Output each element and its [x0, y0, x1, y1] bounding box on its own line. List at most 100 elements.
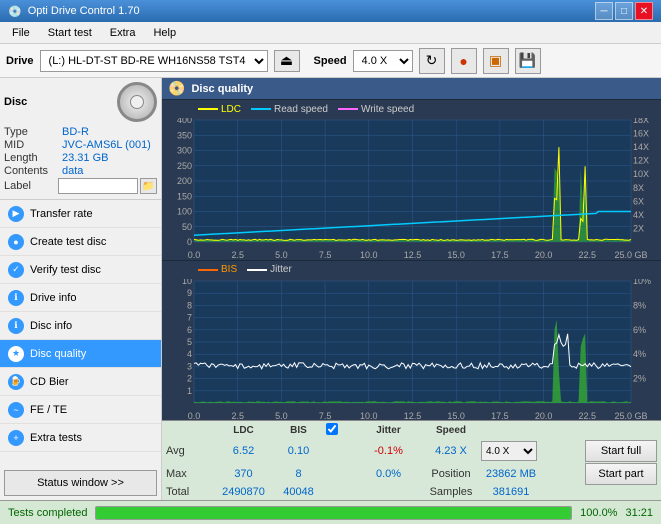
fe-te-icon: ~ — [8, 402, 24, 418]
speed-col-header: Speed — [421, 425, 481, 436]
disc-quality-icon: ★ — [8, 346, 24, 362]
eject-button[interactable]: ⏏ — [274, 50, 300, 72]
svg-text:6X: 6X — [633, 196, 644, 206]
svg-text:20.0: 20.0 — [535, 250, 553, 260]
contents-label: Contents — [4, 165, 62, 177]
svg-text:2%: 2% — [633, 373, 646, 383]
bis-legend-label: BIS — [221, 264, 237, 275]
type-label: Type — [4, 126, 62, 138]
ldc-legend-color — [198, 108, 218, 110]
nav-items: ▶ Transfer rate ● Create test disc ✓ Ver… — [0, 200, 161, 466]
menu-file[interactable]: File — [4, 25, 38, 41]
length-value: 23.31 GB — [62, 152, 157, 164]
disc-length-row: Length 23.31 GB — [4, 152, 157, 164]
status-window-label: Status window >> — [37, 477, 124, 489]
transfer-rate-icon: ▶ — [8, 206, 24, 222]
svg-text:5: 5 — [187, 337, 192, 347]
svg-text:16X: 16X — [633, 129, 649, 139]
svg-text:12X: 12X — [633, 156, 649, 166]
stats-max-row: Max 370 8 0.0% Position 23862 MB Start p… — [166, 463, 657, 485]
nav-create-test-disc[interactable]: ● Create test disc — [0, 228, 161, 256]
svg-text:4: 4 — [187, 349, 192, 359]
minimize-button[interactable]: ─ — [595, 2, 613, 20]
ldc-legend-label: LDC — [221, 104, 241, 115]
svg-text:300: 300 — [177, 146, 192, 156]
svg-text:4X: 4X — [633, 210, 644, 220]
action-buttons: Start full — [541, 440, 657, 462]
stats-header-row: LDC BIS Jitter Speed — [166, 423, 657, 438]
jitter-col-header: Jitter — [356, 425, 421, 436]
jitter-checkbox[interactable] — [326, 423, 338, 435]
nav-verify-test-disc-label: Verify test disc — [30, 264, 101, 276]
progress-text: 100.0% — [580, 507, 617, 519]
disc-label-row: Label 📁 — [4, 178, 157, 194]
svg-text:10X: 10X — [633, 169, 649, 179]
save-button[interactable]: 💾 — [515, 48, 541, 74]
disc-icon — [117, 82, 157, 122]
app-icon: 💿 — [8, 5, 22, 18]
nav-disc-info[interactable]: ℹ Disc info — [0, 312, 161, 340]
samples-value: 381691 — [481, 486, 541, 498]
svg-text:4%: 4% — [633, 349, 646, 359]
menu-extra[interactable]: Extra — [102, 25, 144, 41]
nav-extra-tests[interactable]: + Extra tests — [0, 424, 161, 452]
svg-text:8X: 8X — [633, 183, 644, 193]
svg-text:350: 350 — [177, 130, 192, 140]
svg-text:12.5: 12.5 — [404, 250, 422, 260]
extra-tests-icon: + — [8, 430, 24, 446]
contents-value: data — [62, 165, 157, 177]
drive-select[interactable]: (L:) HL-DT-ST BD-RE WH16NS58 TST4 — [40, 50, 268, 72]
mid-label: MID — [4, 139, 62, 151]
status-window-button[interactable]: Status window >> — [4, 470, 157, 496]
nav-verify-test-disc[interactable]: ✓ Verify test disc — [0, 256, 161, 284]
position-value: 23862 MB — [481, 468, 541, 480]
svg-text:10.0: 10.0 — [360, 411, 378, 421]
progress-time: 31:21 — [625, 507, 653, 519]
start-full-button[interactable]: Start full — [585, 440, 657, 462]
status-text: Tests completed — [8, 507, 87, 519]
menu-start-test[interactable]: Start test — [40, 25, 100, 41]
svg-text:22.5: 22.5 — [579, 411, 597, 421]
svg-text:15.0: 15.0 — [447, 250, 465, 260]
ldc-col-header: LDC — [216, 425, 271, 436]
write-speed-legend-item: Write speed — [338, 104, 414, 115]
jitter-legend-color — [247, 269, 267, 271]
maximize-button[interactable]: □ — [615, 2, 633, 20]
svg-text:8: 8 — [187, 300, 192, 310]
speed-select[interactable]: 4.0 X 1.0 X 2.0 X 8.0 X — [353, 50, 413, 72]
svg-text:8%: 8% — [633, 300, 646, 310]
verify-test-disc-icon: ✓ — [8, 262, 24, 278]
bis-legend-color — [198, 269, 218, 271]
ldc-legend: LDC Read speed Write speed — [162, 100, 661, 118]
jitter-legend-label: Jitter — [270, 264, 292, 275]
svg-text:0: 0 — [187, 237, 192, 247]
svg-text:7.5: 7.5 — [319, 250, 332, 260]
jitter-legend-item: Jitter — [247, 264, 292, 275]
svg-text:150: 150 — [177, 191, 192, 201]
start-part-button[interactable]: Start part — [585, 463, 657, 485]
menu-help[interactable]: Help — [145, 25, 184, 41]
nav-fe-te-label: FE / TE — [30, 404, 67, 416]
close-button[interactable]: ✕ — [635, 2, 653, 20]
scan-button[interactable]: ▣ — [483, 48, 509, 74]
nav-fe-te[interactable]: ~ FE / TE — [0, 396, 161, 424]
nav-disc-quality[interactable]: ★ Disc quality — [0, 340, 161, 368]
burn-button[interactable]: ● — [451, 48, 477, 74]
speed-select-stats[interactable]: 4.0 X — [481, 441, 537, 461]
folder-button[interactable]: 📁 — [140, 178, 157, 194]
nav-extra-tests-label: Extra tests — [30, 432, 82, 444]
nav-cd-bier[interactable]: 🍺 CD Bier — [0, 368, 161, 396]
svg-text:5.0: 5.0 — [275, 411, 288, 421]
disc-header: Disc — [4, 82, 157, 122]
nav-drive-info[interactable]: ℹ Drive info — [0, 284, 161, 312]
progress-bar-outer — [95, 506, 572, 520]
refresh-button[interactable]: ↻ — [419, 48, 445, 74]
label-input[interactable] — [58, 178, 138, 194]
nav-disc-info-label: Disc info — [30, 320, 72, 332]
nav-transfer-rate[interactable]: ▶ Transfer rate — [0, 200, 161, 228]
content-area: 📀 Disc quality LDC Read speed — [162, 78, 661, 500]
disc-type-row: Type BD-R — [4, 126, 157, 138]
svg-text:6%: 6% — [633, 324, 646, 334]
read-speed-legend-color — [251, 108, 271, 110]
write-speed-legend-color — [338, 108, 358, 110]
